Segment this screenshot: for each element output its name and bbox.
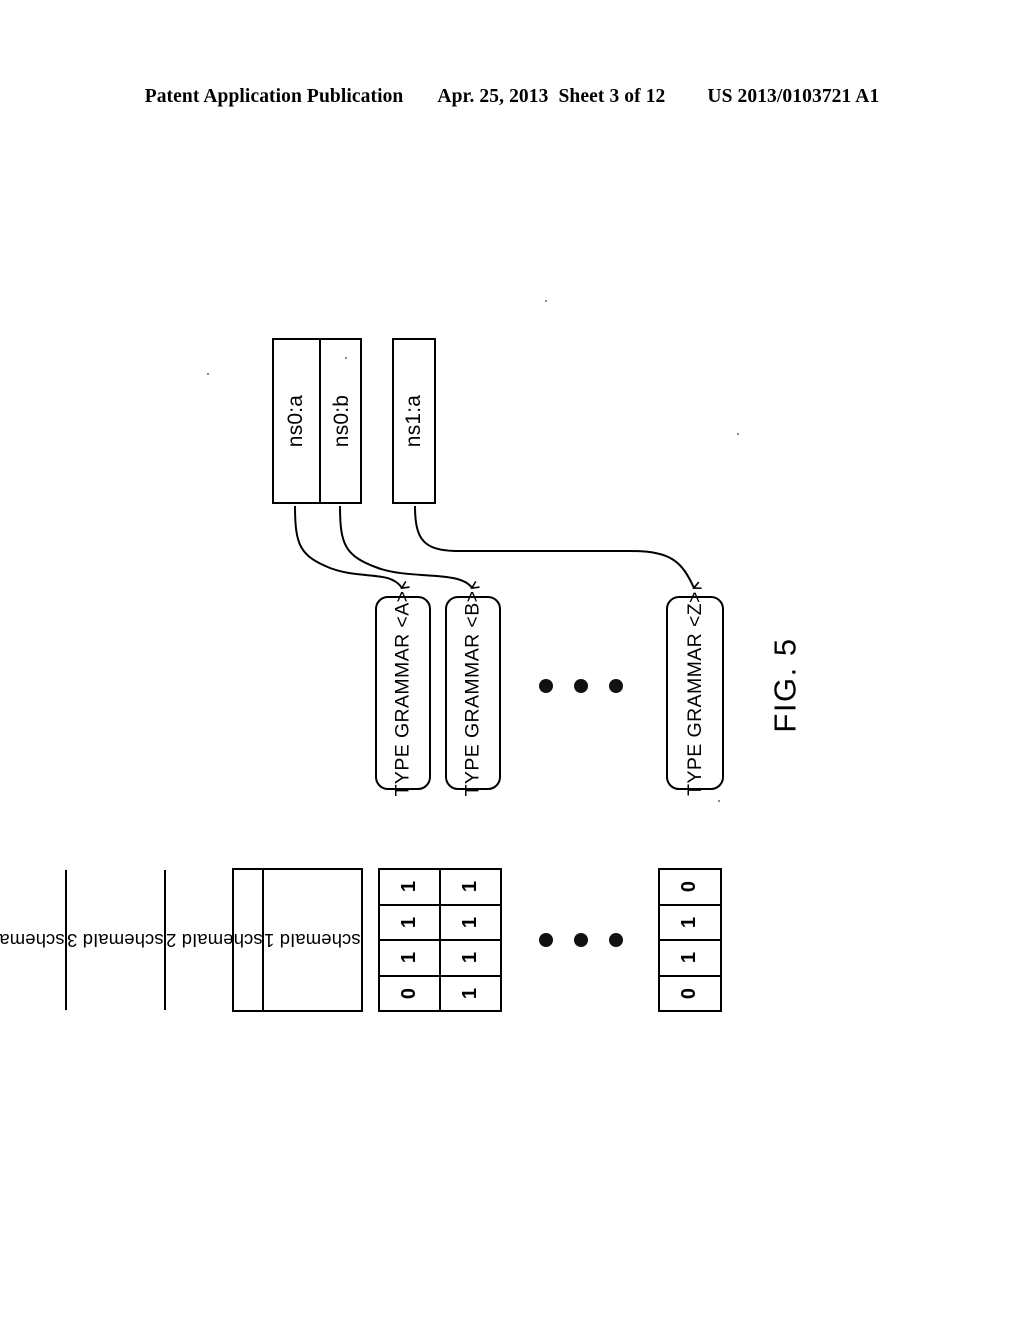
schema-id-column: schemaId 1 schemaId 2 schemaId 3 schemaI… bbox=[0, 868, 363, 1012]
figure-drawing-area: ns0:a ns0:b ns1:a TYPE GRAMMAR <A> TYPE … bbox=[0, 0, 1024, 1320]
schema-id-label: schemaId 2 bbox=[165, 930, 263, 951]
arrow-ns1a-to-grammar-z bbox=[414, 505, 694, 588]
bit-matrix-a-b: 0 1 1 1 1 1 1 1 bbox=[378, 868, 502, 1012]
bit-matrix-z: 0 1 1 0 bbox=[658, 868, 722, 1012]
type-grammar-label-z: TYPE GRAMMAR <Z> bbox=[683, 590, 706, 796]
bit-value: 1 bbox=[678, 952, 701, 964]
bit-cell: 0 bbox=[660, 977, 720, 1011]
bit-value: 1 bbox=[459, 952, 481, 964]
bit-value: 1 bbox=[398, 881, 420, 893]
bit-value: 0 bbox=[398, 987, 420, 999]
namespace-label-ns1-a: ns1:a bbox=[402, 394, 425, 448]
bit-cell: 1 bbox=[441, 977, 500, 1011]
namespace-group-ns0: ns0:a ns0:b bbox=[272, 338, 362, 504]
bit-cell: 1 bbox=[380, 941, 439, 977]
bit-value: 1 bbox=[459, 987, 481, 999]
ellipsis-dot-icon bbox=[609, 679, 623, 693]
bit-value: 1 bbox=[398, 916, 420, 928]
bit-cell: 1 bbox=[660, 906, 720, 941]
schema-id-label: schemaId 1 bbox=[264, 930, 361, 951]
ellipsis-dot-icon bbox=[539, 933, 553, 947]
ellipsis-dot-icon bbox=[539, 679, 553, 693]
namespace-group-ns1: ns1:a bbox=[392, 338, 436, 504]
ellipsis-dot-icon bbox=[609, 933, 623, 947]
schema-id-label: schemaId 4 bbox=[0, 930, 66, 951]
ellipsis-dot-icon bbox=[574, 933, 588, 947]
bit-value: 1 bbox=[678, 916, 701, 928]
figure-caption-text: FIG. 5 bbox=[767, 637, 803, 733]
bit-value: 0 bbox=[678, 987, 701, 999]
scan-speckle bbox=[737, 433, 739, 435]
schema-id-row: schemaId 1 bbox=[264, 870, 361, 1010]
arrow-ns0b-to-grammar-b bbox=[339, 505, 472, 588]
bit-cell: 0 bbox=[660, 870, 720, 906]
bit-cell: 1 bbox=[660, 941, 720, 977]
type-grammar-label-b: TYPE GRAMMAR <B> bbox=[461, 590, 484, 796]
scan-speckle bbox=[545, 300, 547, 302]
schema-id-row: schemaId 3 bbox=[67, 870, 166, 1010]
bit-cell: 1 bbox=[441, 870, 500, 906]
figure-caption: FIG. 5 bbox=[716, 600, 856, 770]
bit-cell: 0 bbox=[380, 977, 439, 1011]
bit-column-b: 1 1 1 1 bbox=[439, 870, 500, 1010]
namespace-box-ns1-a[interactable]: ns1:a bbox=[394, 340, 434, 502]
type-grammar-label-a: TYPE GRAMMAR <A> bbox=[391, 590, 414, 796]
bit-cell: 1 bbox=[380, 870, 439, 906]
type-grammar-box-a[interactable]: TYPE GRAMMAR <A> bbox=[375, 590, 431, 796]
namespace-label-ns0-b: ns0:b bbox=[330, 394, 354, 448]
namespace-box-ns0-a[interactable]: ns0:a bbox=[274, 340, 319, 502]
namespace-box-ns0-b[interactable]: ns0:b bbox=[319, 340, 364, 502]
bit-cell: 1 bbox=[441, 941, 500, 977]
connector-arrows bbox=[294, 505, 1024, 1320]
ellipsis-dot-icon bbox=[574, 679, 588, 693]
bit-column-z: 0 1 1 0 bbox=[660, 870, 720, 1010]
scan-speckle bbox=[718, 800, 720, 802]
schema-id-label: schemaId 3 bbox=[67, 930, 164, 951]
scan-speckle bbox=[207, 373, 209, 375]
bit-cell: 1 bbox=[441, 906, 500, 941]
schema-id-row: schemaId 2 bbox=[166, 870, 265, 1010]
arrow-ns0a-to-grammar-a bbox=[294, 505, 402, 588]
bit-column-a: 0 1 1 1 bbox=[380, 870, 439, 1010]
bit-value: 0 bbox=[678, 881, 701, 893]
bit-cell: 1 bbox=[380, 906, 439, 941]
type-grammar-box-b[interactable]: TYPE GRAMMAR <B> bbox=[445, 590, 501, 796]
schema-id-row: schemaId 4 bbox=[0, 870, 68, 1010]
scan-speckle bbox=[345, 357, 347, 359]
bit-value: 1 bbox=[459, 916, 481, 928]
namespace-label-ns0-a: ns0:a bbox=[284, 394, 308, 448]
bit-value: 1 bbox=[459, 881, 481, 893]
bit-value: 1 bbox=[398, 952, 420, 964]
